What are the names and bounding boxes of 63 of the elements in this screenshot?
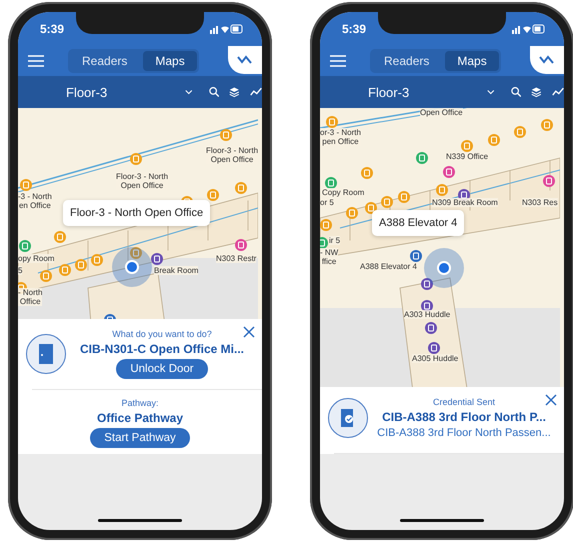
map-room-label: opy Room: [18, 254, 54, 263]
location-marker-icon: [424, 248, 464, 288]
unlock-door-button[interactable]: Unlock Door: [116, 359, 208, 379]
pathway-name: Office Pathway: [96, 411, 184, 425]
map-room-label: N303 Restr: [216, 254, 256, 263]
floor-map[interactable]: Floor-3 - North Open Office Floor-3 - North Open Office -3 - North en Office Floor-3 - North Open Office opy Room N303 Restr 5 Break Room - North Office: [18, 108, 262, 319]
map-room-label: N309 Break Room: [432, 198, 498, 207]
status-icons: [210, 24, 244, 34]
map-tooltip: A388 Elevator 4: [372, 210, 464, 236]
map-room-label: A303 Huddle: [404, 310, 450, 319]
map-room-label: ir 5: [329, 236, 340, 245]
map-room-label: Floor-3 - North Open Office: [206, 146, 258, 164]
chevron-down-icon[interactable]: [185, 89, 193, 95]
map-room-label: Break Room: [154, 266, 198, 275]
map-room-label: Open Office: [420, 108, 463, 117]
trend-line-icon[interactable]: [552, 86, 564, 98]
close-button[interactable]: [242, 325, 256, 339]
chevron-down-icon[interactable]: [487, 89, 495, 95]
pathway-label: Pathway:: [121, 398, 159, 408]
trend-line-icon[interactable]: [250, 86, 262, 98]
floor-map[interactable]: Open Office or-3 - North pen Office N339 Office Copy Room or 5 N309 Break Room N303 Res A388 Elevator 4 ir 5 - NW ffice A388 Elevator 4 A303 Huddle A305 Huddle: [320, 108, 564, 387]
route-icon: [539, 54, 555, 66]
map-room-label: Floor-3 - North Open Office: [116, 172, 168, 190]
route-button[interactable]: [228, 46, 262, 74]
status-time: 5:39: [40, 22, 64, 36]
map-tooltip: Floor-3 - North Open Office: [63, 200, 210, 226]
map-room-label: N339 Office: [446, 152, 488, 161]
menu-icon[interactable]: [330, 55, 346, 67]
layers-icon[interactable]: [229, 85, 240, 99]
search-icon[interactable]: [510, 85, 522, 99]
map-room-label: A305 Huddle: [412, 354, 458, 363]
door-icon: [26, 334, 66, 374]
floor-selector[interactable]: Floor-3: [66, 84, 108, 100]
reader-name: CIB-N301-C Open Office Mi...: [80, 342, 244, 356]
map-room-label: A388 Elevator 4: [360, 262, 417, 271]
card-prompt: What do you want to do?: [112, 329, 212, 339]
map-room-label: or 5: [320, 198, 334, 207]
map-room-label: or-3 - North pen Office: [320, 128, 361, 146]
map-room-label: Copy Room: [322, 188, 364, 197]
map-room-label: N303 Res: [522, 198, 558, 207]
location-marker-icon: [112, 247, 152, 287]
view-tab[interactable]: Maps: [143, 51, 197, 71]
credential-status: Credential Sent: [432, 397, 496, 407]
view-tab[interactable]: Readers: [372, 51, 442, 71]
view-tab[interactable]: Maps: [445, 51, 499, 71]
layers-icon[interactable]: [531, 85, 542, 99]
map-room-label: - NW ffice: [320, 248, 338, 266]
route-icon: [237, 54, 253, 66]
map-room-label: - North Office: [18, 288, 42, 306]
door-check-icon: [328, 398, 368, 438]
floor-selector[interactable]: Floor-3: [368, 84, 410, 100]
reader-name: CIB-A388 3rd Floor North P...: [382, 410, 546, 424]
status-time: 5:39: [342, 22, 366, 36]
start-pathway-button[interactable]: Start Pathway: [90, 428, 190, 448]
status-icons: [512, 24, 546, 34]
route-button[interactable]: [530, 46, 564, 74]
menu-icon[interactable]: [28, 55, 44, 67]
reader-description: CIB-A388 3rd Floor North Passen...: [377, 427, 551, 439]
search-icon[interactable]: [208, 85, 220, 99]
view-tab[interactable]: Readers: [70, 51, 140, 71]
close-button[interactable]: [544, 393, 558, 407]
map-room-label: -3 - North en Office: [18, 192, 52, 210]
map-room-label: 5: [18, 266, 22, 275]
